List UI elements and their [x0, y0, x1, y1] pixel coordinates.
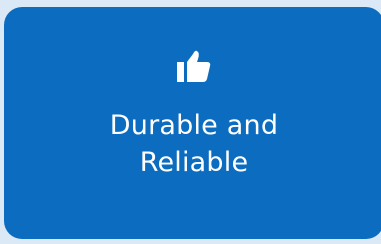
feature-title-line-2: Reliable — [139, 147, 249, 178]
feature-title: Durable and Reliable — [44, 107, 344, 181]
feature-card: Durable and Reliable — [4, 7, 381, 239]
feature-title-line-1: Durable and — [109, 110, 279, 141]
thumbs-up-icon — [177, 50, 211, 82]
